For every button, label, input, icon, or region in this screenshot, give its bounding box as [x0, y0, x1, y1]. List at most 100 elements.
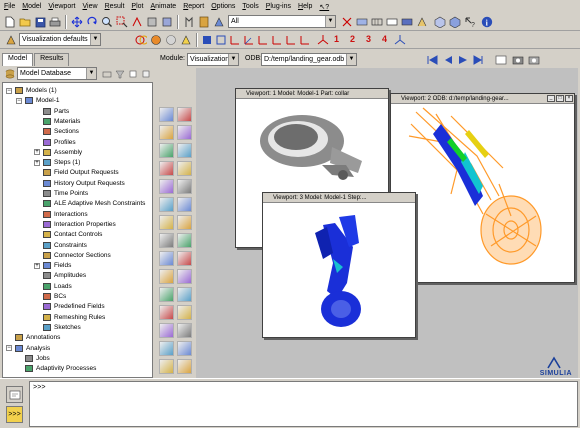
expand-icon[interactable]: + [34, 149, 40, 156]
csys-z-icon[interactable] [256, 33, 270, 47]
tree-item-assembly[interactable]: Assembly [43, 148, 82, 157]
new-file-icon[interactable] [3, 15, 17, 29]
filter-select[interactable]: All ▼ [228, 15, 336, 28]
menu-model[interactable]: Model [22, 3, 41, 10]
close-icon[interactable]: × [565, 95, 573, 102]
toolbox-tool-icon[interactable] [177, 215, 192, 230]
tab-results[interactable]: Results [34, 53, 70, 66]
toolbox-tool-icon[interactable] [159, 161, 174, 176]
tree-item-history-output[interactable]: History Output Requests [43, 179, 125, 188]
shaded-icon[interactable] [400, 15, 414, 29]
toolbox-tool-icon[interactable] [177, 107, 192, 122]
tree-item-constraints[interactable]: Constraints [43, 241, 87, 250]
collapse-icon[interactable]: − [6, 87, 12, 94]
step-number-1[interactable]: 1 [334, 34, 339, 44]
menu-view[interactable]: View [83, 3, 98, 10]
toolbox-tool-icon[interactable] [159, 341, 174, 356]
menu-[interactable]: ↖? [319, 3, 329, 11]
render-blue-icon[interactable] [200, 33, 214, 47]
minimize-icon[interactable]: _ [547, 95, 555, 102]
tree-item-sketches[interactable]: Sketches [43, 323, 81, 332]
chevron-down-icon[interactable]: ▼ [86, 68, 96, 79]
tree-item-parts[interactable]: Parts [43, 107, 69, 116]
tree-item-materials[interactable]: Materials [43, 117, 80, 126]
toolbox-tool-icon[interactable] [177, 323, 192, 338]
toolbox-tool-icon[interactable] [177, 233, 192, 248]
view-yellow-icon[interactable] [179, 33, 193, 47]
viewport-3[interactable]: Viewport: 3 Model: Model-1 Step:... [262, 192, 416, 338]
toolbox-tool-icon[interactable] [177, 143, 192, 158]
viewport-canvas[interactable]: Viewport: 1 Model: Model-1 Part: collar … [196, 68, 578, 378]
csys-yz-icon[interactable] [284, 33, 298, 47]
tree-item-field-output[interactable]: Field Output Requests [43, 168, 119, 177]
toolbox-tool-icon[interactable] [159, 197, 174, 212]
view-iso-icon[interactable] [433, 15, 447, 29]
collapse-icon[interactable]: − [16, 97, 22, 104]
tree-item-amplitudes[interactable]: Amplitudes [43, 271, 86, 280]
tree-item-steps[interactable]: Steps (1) [43, 158, 80, 167]
collapse-icon[interactable]: − [6, 345, 12, 351]
menu-options[interactable]: Options [211, 3, 235, 10]
toolbox-tool-icon[interactable] [159, 251, 174, 266]
menu-plot[interactable]: Plot [131, 3, 143, 10]
toolbox-tool-icon[interactable] [159, 179, 174, 194]
context-help-icon[interactable]: ? [463, 15, 477, 29]
tree-item-annotations[interactable]: Annotations [15, 333, 60, 342]
toolbox-tool-icon[interactable] [159, 215, 174, 230]
view-manipulation-icon[interactable] [197, 15, 211, 29]
toolbox-tool-icon[interactable] [159, 359, 174, 374]
expand-icon[interactable]: + [34, 159, 40, 166]
tree-collapse-icon[interactable] [139, 67, 153, 81]
tree-item-ale[interactable]: ALE Adaptive Mesh Constraints [43, 199, 145, 208]
chevron-down-icon[interactable]: ▼ [346, 54, 356, 65]
pan-icon[interactable] [70, 15, 84, 29]
step-number-3[interactable]: 3 [366, 34, 371, 44]
chevron-down-icon[interactable]: ▼ [325, 16, 335, 27]
info-icon[interactable]: i [480, 15, 494, 29]
triad-icon[interactable] [316, 33, 330, 47]
toolbox-tool-icon[interactable] [177, 179, 192, 194]
toolbox-tool-icon[interactable] [177, 359, 192, 374]
previous-frame-icon[interactable] [441, 53, 455, 67]
tree-item-sections[interactable]: Sections [43, 127, 79, 136]
render-style-icon[interactable] [212, 15, 226, 29]
toolbox-tool-icon[interactable] [159, 143, 174, 158]
shade-sphere-icon[interactable] [149, 33, 163, 47]
tree-item-fields[interactable]: Fields [43, 261, 71, 270]
display-group-icon[interactable] [340, 15, 354, 29]
zoom-box-icon[interactable] [115, 15, 129, 29]
tree-tool-icon[interactable] [100, 67, 114, 81]
csys-x-icon[interactable] [228, 33, 242, 47]
magnify-icon[interactable] [100, 15, 114, 29]
csys-xy-icon[interactable] [270, 33, 284, 47]
tree-item-contact-controls[interactable]: Contact Controls [43, 230, 102, 239]
command-line-area[interactable]: >>> [29, 381, 578, 427]
perspective-icon[interactable] [415, 15, 429, 29]
multi-camera-icon[interactable] [527, 53, 541, 67]
toolbox-tool-icon[interactable] [159, 125, 174, 140]
translucency-icon[interactable] [164, 33, 178, 47]
save-icon[interactable] [33, 15, 47, 29]
expand-icon[interactable]: + [34, 262, 40, 269]
menu-file[interactable]: File [4, 3, 15, 10]
toolbox-tool-icon[interactable] [159, 323, 174, 338]
csys-zx-icon[interactable] [298, 33, 312, 47]
menu-help[interactable]: Help [298, 3, 312, 10]
toolbox-tool-icon[interactable] [159, 287, 174, 302]
tree-filter-icon[interactable] [113, 67, 127, 81]
last-frame-icon[interactable] [471, 53, 485, 67]
toolbox-tool-icon[interactable] [177, 305, 192, 320]
tree-item-remeshing-rules[interactable]: Remeshing Rules [43, 313, 105, 322]
tree-item-models[interactable]: Models (1) [15, 86, 57, 95]
tree-item-loads[interactable]: Loads [43, 282, 72, 291]
print-icon[interactable] [48, 15, 62, 29]
maximize-icon[interactable]: □ [556, 95, 564, 102]
first-frame-icon[interactable] [426, 53, 440, 67]
tree-item-jobs[interactable]: Jobs [25, 354, 50, 363]
rotate-icon[interactable] [85, 15, 99, 29]
cycle-view-icon[interactable] [130, 15, 144, 29]
menu-result[interactable]: Result [105, 3, 125, 10]
toolbox-tool-icon[interactable] [177, 341, 192, 356]
toolbox-tool-icon[interactable] [177, 287, 192, 302]
toolbox-tool-icon[interactable] [177, 161, 192, 176]
